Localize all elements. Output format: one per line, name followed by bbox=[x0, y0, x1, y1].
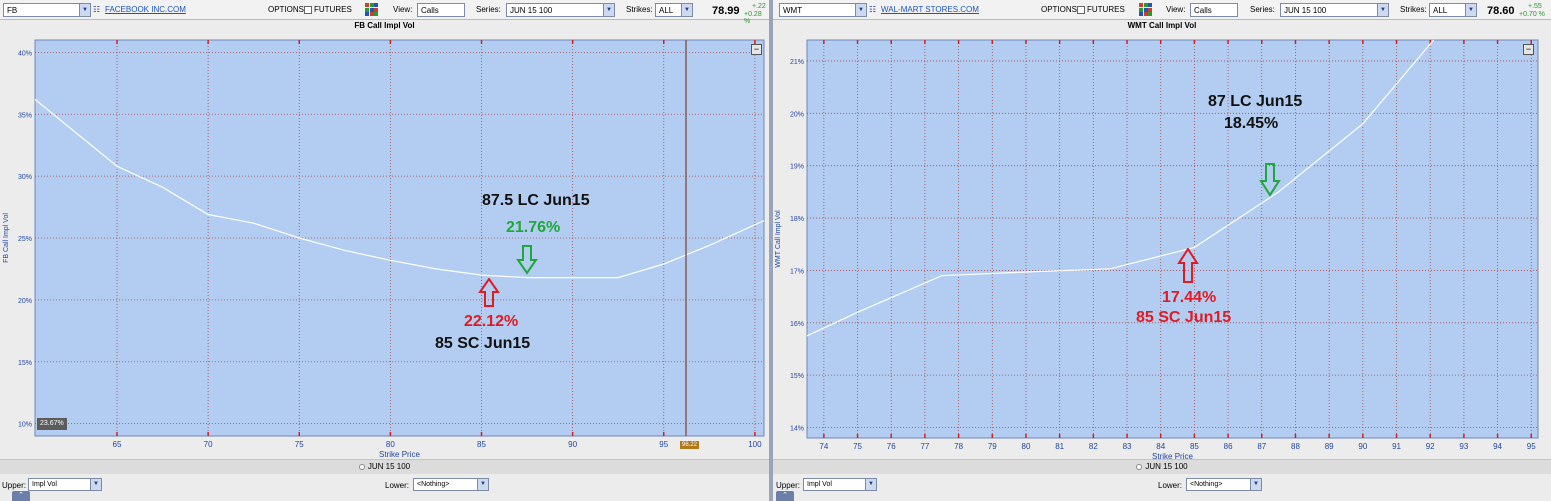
down-arrow-icon bbox=[516, 245, 538, 275]
zoom-out-icon[interactable]: − bbox=[1523, 44, 1534, 55]
x-tick-label: 85 bbox=[477, 440, 486, 449]
x-tick-label: 95 bbox=[1527, 442, 1536, 451]
lower-dropdown-icon[interactable]: ▼ bbox=[477, 479, 488, 490]
short-call-label: 85 SC Jun15 bbox=[1136, 309, 1232, 326]
lower-dropdown-icon[interactable]: ▼ bbox=[1250, 479, 1261, 490]
lower-label: Lower: bbox=[1158, 481, 1183, 490]
upper-label: Upper: bbox=[2, 481, 27, 490]
x-tick-label: 80 bbox=[1022, 442, 1031, 451]
y-tick-label: 25% bbox=[18, 236, 32, 243]
series-bar-label: JUN 15 100 bbox=[367, 462, 411, 471]
x-tick-label: 85 bbox=[1190, 442, 1199, 451]
wmt-impl-vol-chart[interactable]: 74 75 76 77 78 79 80 81 82 83 84 85 86 87 88 89 90 91 92 93… bbox=[773, 0, 1551, 459]
x-tick-label: 88 bbox=[1291, 442, 1300, 451]
zoom-out-icon[interactable]: − bbox=[751, 44, 762, 55]
scroll-handle[interactable]: ⌃ bbox=[12, 491, 30, 501]
y-tick-label: 16% bbox=[790, 321, 804, 328]
y-tick-label: 35% bbox=[18, 112, 32, 119]
series-selector[interactable]: JUN 15 100 bbox=[773, 459, 1551, 474]
radio-icon[interactable] bbox=[1136, 463, 1143, 470]
x-tick-label: 87 bbox=[1257, 442, 1266, 451]
y-tick-label: 15% bbox=[790, 373, 804, 380]
scroll-handle[interactable]: ⌃ bbox=[776, 491, 794, 501]
x-tick-label: 95 bbox=[659, 440, 668, 449]
x-tick-label: 75 bbox=[853, 442, 862, 451]
x-tick-label: 93 bbox=[1459, 442, 1468, 451]
x-tick-label: 100 bbox=[748, 440, 762, 449]
x-tick-label: 90 bbox=[1358, 442, 1367, 451]
y-tick-label: 15% bbox=[18, 360, 32, 367]
series-selector[interactable]: JUN 15 100 bbox=[0, 459, 769, 474]
long-call-vol: 18.45% bbox=[1224, 115, 1279, 132]
x-tick-label: 75 bbox=[295, 440, 304, 449]
x-tick-label: 74 bbox=[819, 442, 828, 451]
upper-label: Upper: bbox=[776, 481, 801, 490]
upper-select[interactable]: Impl Vol ▼ bbox=[803, 478, 877, 491]
short-call-vol: 22.12% bbox=[464, 313, 519, 330]
long-call-label: 87 LC Jun15 bbox=[1208, 93, 1303, 110]
y-tick-label: 19% bbox=[790, 164, 804, 171]
fb-impl-vol-chart[interactable]: 65 70 75 80 85 90 95 100 10% 15% 20% 25% 30% 35% 40% St… bbox=[0, 0, 769, 459]
y-tick-label: 21% bbox=[790, 59, 804, 66]
up-arrow-icon bbox=[1177, 248, 1199, 283]
wmt-panel: WMT ▼ ☷ WAL-MART STORES.COM OPTIONS FUTU… bbox=[773, 0, 1551, 501]
lower-select[interactable]: <Nothing> ▼ bbox=[413, 478, 489, 491]
bottom-controls: Upper: Impl Vol ▼ Lower: <Nothing> ▼ bbox=[0, 474, 769, 501]
y-tick-label: 20% bbox=[18, 298, 32, 305]
x-tick-label: 80 bbox=[386, 440, 395, 449]
x-tick-label: 89 bbox=[1325, 442, 1334, 451]
y-tick-label: 30% bbox=[18, 174, 32, 181]
series-bar-label: JUN 15 100 bbox=[1145, 462, 1188, 471]
short-call-vol: 17.44% bbox=[1162, 289, 1217, 306]
x-tick-label: 82 bbox=[1089, 442, 1098, 451]
y-tick-label: 10% bbox=[18, 422, 32, 429]
y-tick-label: 14% bbox=[790, 426, 804, 433]
bottom-controls: Upper: Impl Vol ▼ Lower: <Nothing> ▼ bbox=[773, 474, 1551, 501]
y-tick-label: 18% bbox=[790, 216, 804, 223]
down-arrow-icon bbox=[1259, 163, 1281, 197]
x-tick-label: 77 bbox=[920, 442, 929, 451]
x-tick-label: 81 bbox=[1055, 442, 1064, 451]
x-tick-label: 91 bbox=[1392, 442, 1401, 451]
upper-dropdown-icon[interactable]: ▼ bbox=[90, 479, 101, 490]
up-arrow-icon bbox=[478, 278, 500, 307]
upper-select[interactable]: Impl Vol ▼ bbox=[28, 478, 102, 491]
radio-icon[interactable] bbox=[358, 463, 365, 470]
short-call-label: 85 SC Jun15 bbox=[435, 335, 531, 352]
x-tick-label: 90 bbox=[568, 440, 577, 449]
x-tick-label: 79 bbox=[988, 442, 997, 451]
upper-dropdown-icon[interactable]: ▼ bbox=[865, 479, 876, 490]
y-tick-label: 17% bbox=[790, 268, 804, 275]
y-axis-label: WMT Call Impl Vol bbox=[775, 210, 782, 268]
x-tick-label: 65 bbox=[113, 440, 122, 449]
x-tick-label: 78 bbox=[954, 442, 963, 451]
lower-label: Lower: bbox=[385, 481, 410, 490]
x-axis-label: Strike Price bbox=[1152, 452, 1193, 459]
upper-value: Impl Vol bbox=[807, 481, 832, 488]
long-call-label: 87.5 LC Jun15 bbox=[482, 192, 590, 209]
x-tick-label: 84 bbox=[1156, 442, 1165, 451]
plot-area bbox=[806, 39, 1539, 439]
lower-select[interactable]: <Nothing> ▼ bbox=[1186, 478, 1262, 491]
fb-panel: FB ▼ ☷ FACEBOOK INC.COM OPTIONS FUTURES … bbox=[0, 0, 769, 501]
long-call-vol: 21.76% bbox=[506, 219, 561, 236]
x-tick-label: 92 bbox=[1426, 442, 1435, 451]
cursor-value-badge: 23.67% bbox=[37, 418, 67, 430]
x-tick-label: 76 bbox=[887, 442, 896, 451]
y-axis-label: FB Call Impl Vol bbox=[3, 213, 10, 263]
lower-value: <Nothing> bbox=[417, 481, 450, 488]
underlying-price-marker: 96.22 bbox=[680, 441, 700, 449]
x-tick-label: 70 bbox=[204, 440, 213, 449]
y-tick-label: 40% bbox=[18, 50, 32, 57]
upper-value: Impl Vol bbox=[32, 481, 57, 488]
plot-area bbox=[34, 39, 765, 437]
x-axis-label: Strike Price bbox=[379, 450, 420, 459]
y-tick-label: 20% bbox=[790, 111, 804, 118]
lower-value: <Nothing> bbox=[1190, 481, 1223, 488]
x-tick-label: 83 bbox=[1123, 442, 1132, 451]
x-tick-label: 86 bbox=[1224, 442, 1233, 451]
x-tick-label: 94 bbox=[1493, 442, 1502, 451]
